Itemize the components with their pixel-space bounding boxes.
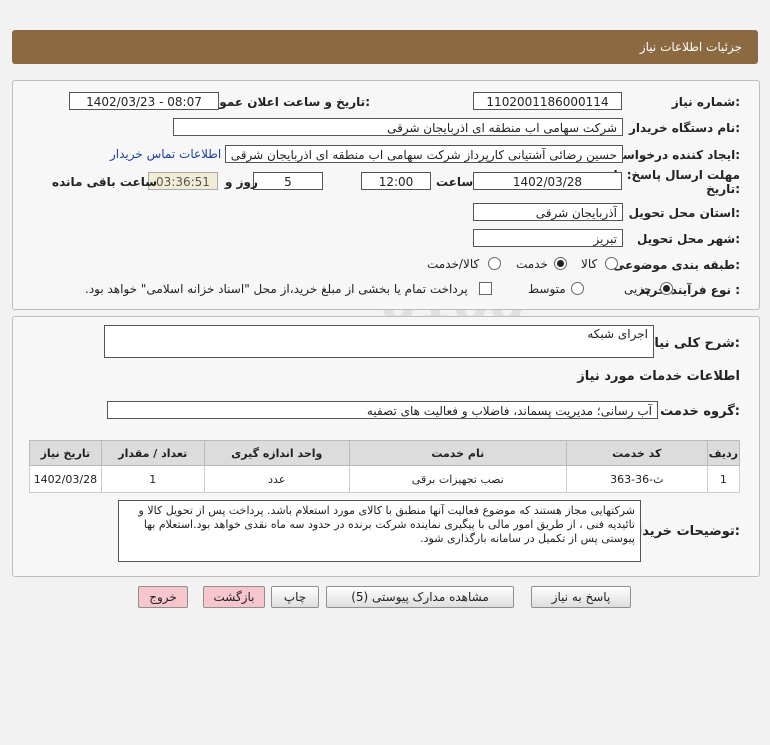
announce-datetime-label: تاریخ و ساعت اعلان عمومی: — [199, 95, 370, 109]
days-word: روز و — [225, 175, 258, 189]
general-desc-field: اجرای شبکه — [104, 325, 654, 358]
process-option-minor: جزیی — [624, 282, 652, 296]
services-info-heading: اطلاعات خدمات مورد نیاز — [577, 369, 740, 384]
category-radio-goods-service[interactable] — [488, 257, 501, 270]
buyer-contact-link[interactable]: اطلاعات تماس خریدار — [110, 147, 221, 161]
col-date-header: تاریخ نیاز — [29, 440, 102, 466]
time-word: ساعت — [436, 175, 474, 189]
exit-button[interactable]: خروج — [138, 586, 188, 608]
services-table: ردیف کد خدمت نام خدمت واحد اندازه گیری ت… — [29, 440, 741, 493]
col-unit-header: واحد اندازه گیری — [203, 440, 350, 466]
general-desc-label: شرح کلی نیاز: — [646, 336, 740, 351]
process-option-medium: متوسط — [528, 282, 566, 296]
treasury-note: پرداخت تمام یا بخشی از مبلغ خرید،از محل … — [85, 282, 468, 296]
requester-field: حسین رضائی آشتیانی کارپرداز شرکت سهامی ا… — [225, 145, 623, 163]
category-radio-service[interactable] — [554, 257, 567, 270]
back-button[interactable]: بازگشت — [203, 586, 265, 608]
deadline-label: مهلت ارسال پاسخ: تا — [613, 168, 741, 182]
deadline-date-field: 1402/03/28 — [473, 172, 622, 190]
print-button[interactable]: چاپ — [271, 586, 319, 608]
col-name-header: نام خدمت — [348, 440, 567, 466]
cell-need-date: 1402/03/28 — [29, 465, 102, 493]
remaining-time-field: 03:36:51 — [148, 172, 218, 190]
process-radio-medium[interactable] — [571, 282, 584, 295]
city-field: تبریز — [473, 229, 623, 247]
col-qty-header: تعداد / مقدار — [100, 440, 205, 466]
table-row: 1 ث-36-363 نصب تجهیزات برقی عدد 1 1402/0… — [29, 465, 741, 493]
days-field: 5 — [253, 172, 323, 190]
process-radio-minor[interactable] — [660, 282, 673, 295]
deadline-time-field: 12:00 — [361, 172, 431, 190]
need-number-label: شماره نیاز: — [671, 95, 740, 109]
page-header: جزئیات اطلاعات نیاز — [12, 30, 758, 64]
service-group-field: آب رسانی؛ مدیریت پسماند، فاضلاب و فعالیت… — [107, 401, 658, 419]
cell-unit: عدد — [203, 465, 350, 493]
details-panel — [12, 80, 760, 310]
buyer-org-field: شرکت سهامی اب منطقه ای اذربایجان شرقی — [173, 118, 623, 136]
process-label: نوع فرآیند خرید : — [639, 283, 740, 297]
category-label: طبقه بندی موضوعی: — [612, 258, 740, 272]
service-group-label: گروه خدمت: — [660, 404, 740, 419]
announce-datetime-field: 1402/03/23 - 08:07 — [69, 92, 219, 110]
treasury-checkbox[interactable] — [479, 282, 492, 295]
need-number-field: 1102001186000114 — [473, 92, 622, 110]
col-row-header: ردیف — [706, 440, 741, 466]
province-field: آذربایجان شرقی — [473, 203, 623, 221]
cell-quantity: 1 — [100, 465, 205, 493]
view-attachments-button[interactable]: مشاهده مدارک پیوستی (5) — [326, 586, 514, 608]
province-label: استان محل تحویل: — [628, 206, 740, 220]
buyer-notes-field: شرکتهایی مجاز هستند که موضوع فعالیت آنها… — [118, 500, 641, 562]
cell-service-name: نصب تجهیزات برقی — [348, 465, 567, 493]
remaining-label: ساعت باقی مانده — [52, 175, 158, 189]
page-title: جزئیات اطلاعات نیاز — [639, 40, 742, 54]
category-option-service: خدمت — [516, 257, 548, 271]
buyer-org-label: نام دستگاه خریدار: — [629, 121, 740, 135]
col-code-header: کد خدمت — [565, 440, 708, 466]
requester-label: ایجاد کننده درخواست: — [610, 148, 740, 162]
category-radio-goods[interactable] — [605, 257, 618, 270]
category-option-goods: کالا — [581, 257, 598, 271]
cell-row-number: 1 — [706, 465, 741, 493]
buyer-notes-label: توضیحات خریدار: — [630, 524, 740, 539]
category-option-goods-service: کالا/خدمت — [427, 257, 480, 271]
reply-button[interactable]: پاسخ به نیاز — [531, 586, 631, 608]
cell-service-code: ث-36-363 — [565, 465, 708, 493]
city-label: شهر محل تحویل: — [636, 232, 740, 246]
deadline-label-line2: تاریخ: — [706, 182, 740, 196]
table-header-row: ردیف کد خدمت نام خدمت واحد اندازه گیری ت… — [29, 440, 741, 466]
